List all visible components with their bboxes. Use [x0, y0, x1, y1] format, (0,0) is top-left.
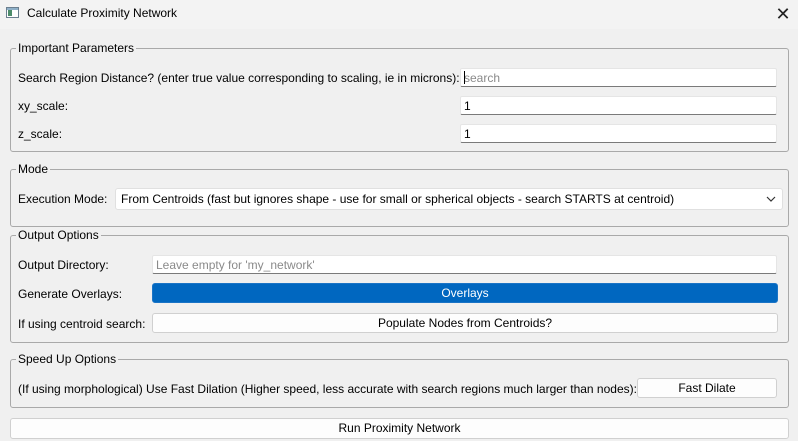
fast-dilate-button[interactable]: Fast Dilate: [637, 378, 777, 398]
search-distance-label: Search Region Distance? (enter true valu…: [18, 71, 460, 85]
execution-mode-label: Execution Mode:: [18, 192, 108, 206]
xy-scale-label: xy_scale:: [18, 99, 69, 113]
mode-title: Mode: [16, 161, 51, 177]
output-options-title: Output Options: [16, 227, 101, 243]
close-button[interactable]: ✕: [768, 0, 798, 29]
populate-nodes-button[interactable]: Populate Nodes from Centroids?: [152, 313, 778, 333]
important-parameters-title: Important Parameters: [16, 40, 137, 56]
output-directory-label: Output Directory:: [18, 258, 109, 272]
overlays-button[interactable]: Overlays: [152, 283, 778, 303]
title-bar: Calculate Proximity Network ✕: [0, 0, 798, 29]
chevron-down-icon: [766, 196, 776, 202]
execution-mode-value: From Centroids (fast but ignores shape -…: [121, 192, 675, 206]
output-options-group: Output Options Output Directory: Generat…: [10, 227, 789, 343]
app-window-icon: [6, 7, 19, 18]
close-icon: ✕: [775, 4, 791, 24]
speed-up-options-group: Speed Up Options (If using morphological…: [10, 351, 789, 408]
run-proximity-network-button[interactable]: Run Proximity Network: [10, 418, 789, 439]
execution-mode-dropdown[interactable]: From Centroids (fast but ignores shape -…: [115, 188, 783, 210]
fast-dilation-label: (If using morphological) Use Fast Dilati…: [18, 382, 637, 396]
z-scale-input[interactable]: [460, 124, 777, 143]
mode-group: Mode Execution Mode: From Centroids (fas…: [10, 161, 789, 227]
centroid-search-label: If using centroid search:: [18, 317, 146, 331]
xy-scale-input[interactable]: [460, 96, 777, 115]
search-distance-input[interactable]: [460, 68, 777, 87]
output-directory-input[interactable]: [152, 255, 777, 274]
generate-overlays-label: Generate Overlays:: [18, 287, 123, 301]
speed-up-options-title: Speed Up Options: [16, 351, 119, 367]
text-caret: [464, 71, 465, 84]
z-scale-label: z_scale:: [18, 127, 63, 141]
important-parameters-group: Important Parameters Search Region Dista…: [10, 40, 789, 152]
window-title: Calculate Proximity Network: [27, 6, 178, 20]
